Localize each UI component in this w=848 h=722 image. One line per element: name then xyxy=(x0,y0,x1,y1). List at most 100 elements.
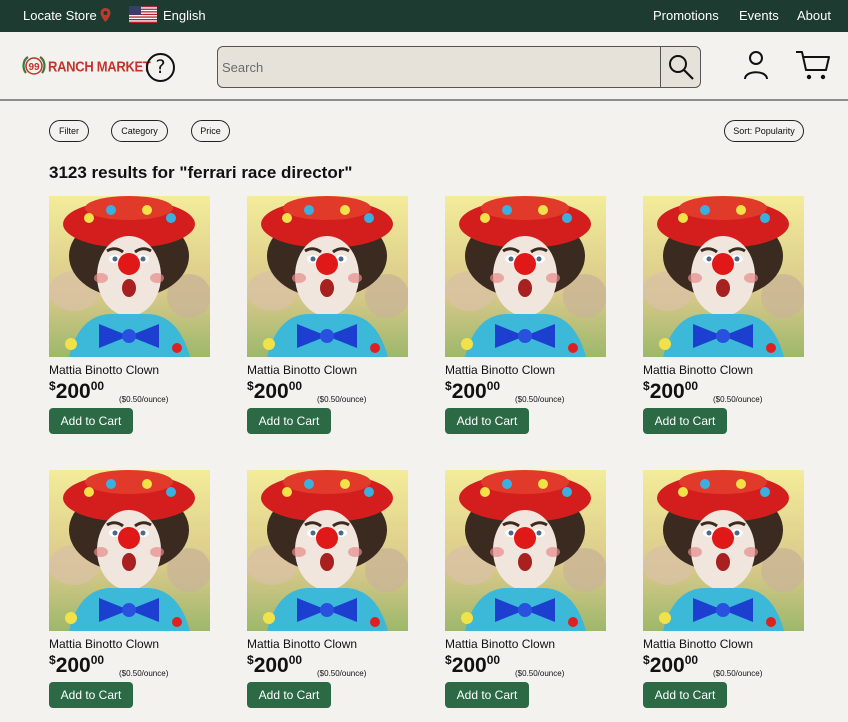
product-card: Mattia Binotto Clown $20000 ($0.50/ounce) A… xyxy=(445,196,615,434)
price-currency: $ xyxy=(445,379,452,393)
product-name[interactable]: Mattia Binotto Clown xyxy=(247,637,357,651)
price-cents: 00 xyxy=(288,379,303,393)
product-name[interactable]: Mattia Binotto Clown xyxy=(49,637,159,651)
cart-icon[interactable] xyxy=(795,49,831,81)
product-price: $20000 xyxy=(445,379,500,404)
logo-text: RANCH MARKET xyxy=(48,57,151,75)
product-image-wrap[interactable] xyxy=(49,196,210,357)
product-name[interactable]: Mattia Binotto Clown xyxy=(643,363,753,377)
logo[interactable]: 99 RANCH MARKET xyxy=(22,54,151,78)
price-whole: 200 xyxy=(55,654,91,677)
product-card: Mattia Binotto Clown $20000 ($0.50/ounce) A… xyxy=(247,196,417,434)
price-cents: 00 xyxy=(288,653,303,667)
product-price: $20000 xyxy=(247,653,302,678)
price-cents: 00 xyxy=(684,653,699,667)
unit-price: ($0.50/ounce) xyxy=(119,395,169,404)
product-name[interactable]: Mattia Binotto Clown xyxy=(445,363,555,377)
product-card: Mattia Binotto Clown $20000 ($0.50/ounce) A… xyxy=(247,470,417,708)
price-whole: 200 xyxy=(649,380,685,403)
price-currency: $ xyxy=(247,653,254,667)
product-price: $20000 xyxy=(643,379,698,404)
price-currency: $ xyxy=(49,379,56,393)
product-image-wrap[interactable] xyxy=(445,470,606,631)
results-heading: 3123 results for "ferrari race director" xyxy=(49,163,353,182)
price-whole: 200 xyxy=(253,380,289,403)
unit-price: ($0.50/ounce) xyxy=(119,669,169,678)
product-card: Mattia Binotto Clown $20000 ($0.50/ounce) A… xyxy=(49,196,219,434)
add-to-cart-button[interactable]: Add to Cart xyxy=(49,682,133,708)
product-image[interactable] xyxy=(445,470,606,631)
svg-text:99: 99 xyxy=(28,62,40,73)
unit-price: ($0.50/ounce) xyxy=(317,669,367,678)
nav-events[interactable]: Events xyxy=(739,8,779,23)
unit-price: ($0.50/ounce) xyxy=(515,395,565,404)
product-image[interactable] xyxy=(49,196,210,357)
unit-price: ($0.50/ounce) xyxy=(515,669,565,678)
price-chip[interactable]: Price xyxy=(191,120,230,142)
product-image-wrap[interactable] xyxy=(445,196,606,357)
add-to-cart-button[interactable]: Add to Cart xyxy=(643,408,727,434)
product-image[interactable] xyxy=(247,470,408,631)
product-price: $20000 xyxy=(643,653,698,678)
add-to-cart-button[interactable]: Add to Cart xyxy=(49,408,133,434)
price-currency: $ xyxy=(49,653,56,667)
product-name[interactable]: Mattia Binotto Clown xyxy=(49,363,159,377)
search-icon xyxy=(668,55,694,80)
price-whole: 200 xyxy=(451,380,487,403)
add-to-cart-button[interactable]: Add to Cart xyxy=(247,408,331,434)
price-currency: $ xyxy=(643,379,650,393)
product-card: Mattia Binotto Clown $20000 ($0.50/ounce) A… xyxy=(445,470,615,708)
price-whole: 200 xyxy=(451,654,487,677)
product-name[interactable]: Mattia Binotto Clown xyxy=(445,637,555,651)
product-price: $20000 xyxy=(49,653,104,678)
product-name[interactable]: Mattia Binotto Clown xyxy=(643,637,753,651)
product-image-wrap[interactable] xyxy=(643,196,804,357)
language-selector[interactable]: English xyxy=(163,8,206,23)
product-price: $20000 xyxy=(445,653,500,678)
unit-price: ($0.50/ounce) xyxy=(317,395,367,404)
product-image[interactable] xyxy=(643,470,804,631)
product-image-wrap[interactable] xyxy=(247,470,408,631)
nav-promotions[interactable]: Promotions xyxy=(653,8,719,23)
price-currency: $ xyxy=(643,653,650,667)
locate-store-link[interactable]: Locate Store xyxy=(23,8,111,23)
product-card: Mattia Binotto Clown $20000 ($0.50/ounce) A… xyxy=(643,470,813,708)
product-card: Mattia Binotto Clown $20000 ($0.50/ounce) A… xyxy=(49,470,219,708)
unit-price: ($0.50/ounce) xyxy=(713,395,763,404)
add-to-cart-button[interactable]: Add to Cart xyxy=(445,408,529,434)
account-icon[interactable] xyxy=(743,50,769,80)
search-bar xyxy=(217,46,701,88)
product-image[interactable] xyxy=(445,196,606,357)
header: 99 RANCH MARKET ? xyxy=(0,32,848,101)
add-to-cart-button[interactable]: Add to Cart xyxy=(247,682,331,708)
price-cents: 00 xyxy=(684,379,699,393)
price-cents: 00 xyxy=(90,653,105,667)
product-image[interactable] xyxy=(247,196,408,357)
product-name[interactable]: Mattia Binotto Clown xyxy=(247,363,357,377)
add-to-cart-button[interactable]: Add to Cart xyxy=(643,682,727,708)
help-icon[interactable]: ? xyxy=(146,53,175,82)
filter-chip[interactable]: Filter xyxy=(49,120,89,142)
logo-emblem-icon: 99 xyxy=(22,56,46,75)
product-card: Mattia Binotto Clown $20000 ($0.50/ounce) A… xyxy=(643,196,813,434)
search-input[interactable] xyxy=(218,47,661,87)
price-currency: $ xyxy=(445,653,452,667)
product-image[interactable] xyxy=(643,196,804,357)
top-bar: Locate Store English Promotions Events A… xyxy=(0,0,848,32)
price-whole: 200 xyxy=(55,380,91,403)
product-image-wrap[interactable] xyxy=(643,470,804,631)
product-price: $20000 xyxy=(247,379,302,404)
product-image-wrap[interactable] xyxy=(49,470,210,631)
sort-chip[interactable]: Sort: Popularity xyxy=(724,120,804,142)
product-price: $20000 xyxy=(49,379,104,404)
product-image[interactable] xyxy=(49,470,210,631)
locate-store-label: Locate Store xyxy=(23,8,97,23)
product-image-wrap[interactable] xyxy=(247,196,408,357)
add-to-cart-button[interactable]: Add to Cart xyxy=(445,682,529,708)
category-chip[interactable]: Category xyxy=(111,120,168,142)
nav-about[interactable]: About xyxy=(797,8,831,23)
price-currency: $ xyxy=(247,379,254,393)
search-button[interactable] xyxy=(660,47,700,87)
us-flag-icon[interactable] xyxy=(129,6,157,23)
unit-price: ($0.50/ounce) xyxy=(713,669,763,678)
